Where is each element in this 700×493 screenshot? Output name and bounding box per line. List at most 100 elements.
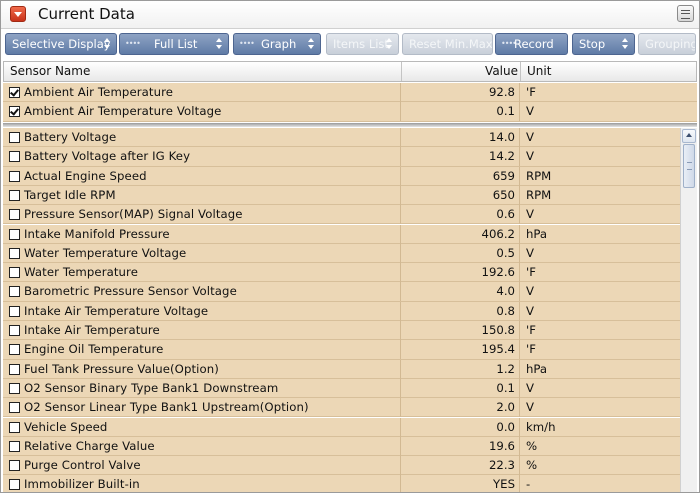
sensor-unit: 'F bbox=[526, 342, 536, 357]
sensor-unit: V bbox=[526, 207, 534, 222]
current-data-window: Current Data Selective Display •••• Full L… bbox=[0, 0, 700, 493]
toolbar-button-label: Full List bbox=[154, 37, 198, 51]
sensor-unit: V bbox=[526, 149, 534, 164]
grouping-button[interactable]: Grouping bbox=[638, 33, 696, 55]
grip-dots-icon: •••• bbox=[125, 39, 141, 48]
row-checkbox[interactable] bbox=[9, 344, 20, 356]
cell-divider bbox=[519, 282, 520, 302]
items-list-button[interactable]: Items List bbox=[326, 33, 399, 55]
record-button[interactable]: •••• Record bbox=[495, 33, 568, 55]
sensor-unit: hPa bbox=[526, 361, 548, 376]
column-header-unit[interactable]: Unit bbox=[527, 64, 551, 78]
sensor-name: Purge Control Valve bbox=[24, 458, 141, 473]
sensor-value: 195.4 bbox=[481, 342, 515, 357]
table-row[interactable]: Battery Voltage after IG Key 14.2 V bbox=[3, 147, 697, 167]
cell-divider bbox=[519, 398, 520, 418]
full-list-button[interactable]: •••• Full List bbox=[119, 33, 229, 55]
sensor-value: 150.8 bbox=[481, 323, 515, 337]
row-checkbox[interactable] bbox=[9, 325, 20, 336]
stop-button[interactable]: Stop bbox=[572, 33, 635, 55]
sensor-value: 2.0 bbox=[496, 400, 515, 415]
sensor-unit: V bbox=[526, 130, 534, 144]
table-row[interactable]: Water Temperature Voltage 0.5 V bbox=[3, 243, 697, 264]
sensor-value: 0.6 bbox=[496, 207, 515, 222]
cell-divider bbox=[519, 166, 520, 186]
table-row[interactable]: O2 Sensor Binary Type Bank1 Downstream 0.… bbox=[3, 378, 697, 399]
column-header-sensor-name[interactable]: Sensor Name bbox=[10, 64, 90, 78]
collapse-toggle-icon[interactable] bbox=[10, 6, 26, 22]
column-divider[interactable] bbox=[401, 62, 402, 81]
sensor-value: 0.8 bbox=[496, 303, 515, 318]
row-checkbox[interactable] bbox=[9, 421, 20, 433]
cell-divider bbox=[519, 436, 520, 456]
table-row[interactable]: Ambient Air Temperature Voltage 0.1 V bbox=[3, 102, 697, 122]
sensor-name: Water Temperature bbox=[24, 265, 138, 280]
table-row[interactable]: Battery Voltage 14.0 V bbox=[3, 128, 697, 148]
cell-divider bbox=[519, 83, 520, 102]
scroll-up-icon[interactable] bbox=[682, 129, 696, 143]
row-checkbox[interactable] bbox=[9, 267, 20, 279]
sensor-name: Intake Manifold Pressure bbox=[24, 226, 170, 241]
table-row[interactable]: Ambient Air Temperature 92.8 'F bbox=[3, 83, 697, 103]
sensor-unit: km/h bbox=[526, 419, 556, 434]
cell-divider bbox=[400, 83, 401, 102]
sensor-name: Relative Charge Value bbox=[24, 438, 155, 453]
table-row[interactable]: Relative Charge Value 19.6% bbox=[3, 436, 697, 457]
row-checkbox[interactable] bbox=[9, 440, 20, 452]
toolbar-button-label: Stop bbox=[579, 37, 606, 51]
row-checkbox[interactable] bbox=[9, 170, 20, 182]
table-row[interactable]: Pressure Sensor(MAP) Signal Voltage 0.6 V bbox=[3, 205, 697, 225]
cell-divider bbox=[519, 147, 520, 167]
table-row[interactable]: Water Temperature 192.6 'F bbox=[3, 263, 697, 283]
sensor-name: Pressure Sensor(MAP) Signal Voltage bbox=[24, 207, 243, 222]
cell-divider bbox=[519, 185, 520, 205]
sensor-name: Vehicle Speed bbox=[24, 419, 108, 434]
cell-divider bbox=[400, 185, 401, 205]
sensor-unit: V bbox=[526, 284, 534, 299]
row-checkbox[interactable] bbox=[9, 460, 20, 472]
cell-divider bbox=[400, 436, 401, 456]
row-checkbox[interactable] bbox=[9, 106, 20, 118]
row-checkbox[interactable] bbox=[9, 87, 20, 98]
sensor-name: Battery Voltage bbox=[24, 130, 117, 144]
row-checkbox[interactable] bbox=[9, 209, 20, 221]
table-row[interactable]: Barometric Pressure Sensor Voltage 4.0 V bbox=[3, 282, 697, 302]
table-row[interactable]: O2 Sensor Linear Type Bank1 Upstream(Opt… bbox=[3, 398, 697, 418]
up-down-arrows-icon bbox=[386, 38, 393, 50]
row-checkbox[interactable] bbox=[9, 479, 20, 491]
reset-min-max-button[interactable]: Reset Min.Max. bbox=[402, 33, 493, 55]
table-row[interactable]: Intake Air Temperature 150.8 'F bbox=[3, 321, 697, 341]
column-divider[interactable] bbox=[520, 62, 521, 81]
table-row[interactable]: Immobilizer Built-in YES - bbox=[3, 475, 697, 492]
table-row[interactable]: Engine Oil Temperature 195.4 'F bbox=[3, 340, 697, 360]
cell-divider bbox=[400, 475, 401, 492]
window-menu-icon[interactable] bbox=[677, 5, 694, 22]
column-header-value[interactable]: Value bbox=[403, 64, 518, 78]
row-checkbox[interactable] bbox=[9, 151, 20, 163]
row-checkbox[interactable] bbox=[9, 305, 20, 317]
row-checkbox[interactable] bbox=[9, 228, 20, 240]
selective-display-button[interactable]: Selective Display bbox=[5, 33, 117, 55]
table-row[interactable]: Intake Air Temperature Voltage 0.8 V bbox=[3, 301, 697, 321]
table-row[interactable]: Actual Engine Speed 659 RPM bbox=[3, 166, 697, 186]
row-checkbox[interactable] bbox=[9, 286, 20, 298]
cell-divider bbox=[400, 205, 401, 225]
sensor-unit: - bbox=[526, 477, 531, 492]
table-row[interactable]: Fuel Tank Pressure Value(Option) 1.2 hPa bbox=[3, 359, 697, 379]
row-checkbox[interactable] bbox=[9, 382, 20, 394]
table-row[interactable]: Purge Control Valve 22.3% bbox=[3, 456, 697, 476]
table-row[interactable]: Vehicle Speed 0.0 km/h bbox=[3, 417, 697, 437]
row-checkbox[interactable] bbox=[9, 189, 20, 201]
vertical-scrollbar[interactable] bbox=[680, 128, 697, 492]
row-checkbox[interactable] bbox=[9, 247, 20, 259]
row-checkbox[interactable] bbox=[9, 132, 20, 143]
scroll-thumb[interactable] bbox=[683, 144, 695, 188]
toolbar-button-label: Items List bbox=[333, 37, 389, 51]
cell-divider bbox=[519, 263, 520, 283]
table-row[interactable]: Target Idle RPM 650 RPM bbox=[3, 185, 697, 206]
graph-button[interactable]: •••• Graph bbox=[233, 33, 321, 55]
table-row[interactable]: Intake Manifold Pressure 406.2 hPa bbox=[3, 224, 697, 244]
sensor-value: 0.1 bbox=[496, 380, 515, 395]
row-checkbox[interactable] bbox=[9, 402, 20, 414]
row-checkbox[interactable] bbox=[9, 363, 20, 375]
